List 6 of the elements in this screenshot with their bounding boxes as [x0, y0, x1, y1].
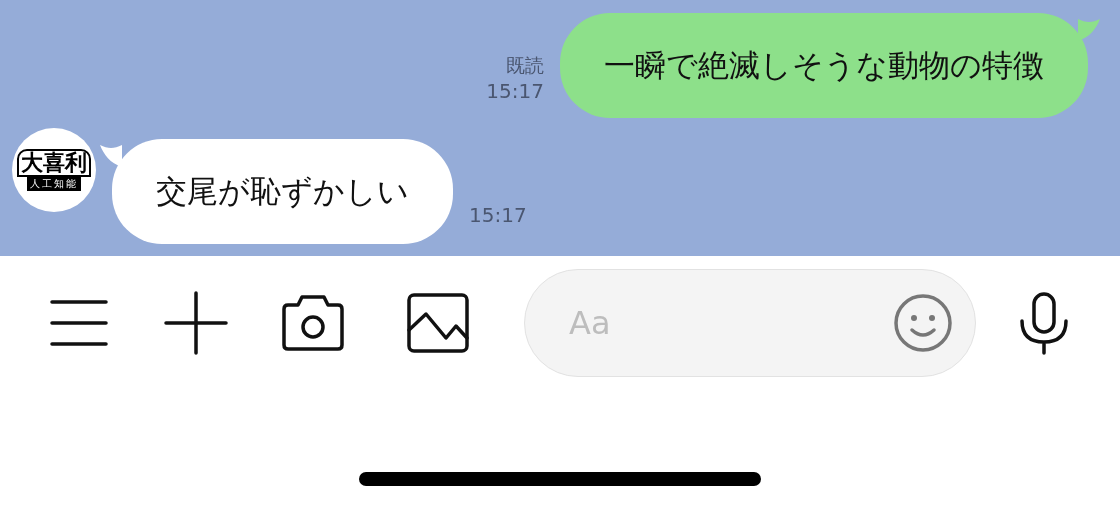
read-receipt: 既読	[506, 53, 544, 78]
message-time: 15:17	[486, 78, 544, 104]
avatar-logo-subtitle: 人工知能	[27, 177, 81, 191]
message-bubble: 一瞬で絶滅しそうな動物の特徴	[560, 13, 1088, 118]
message-time: 15:17	[469, 202, 527, 229]
message-bubble: 交尾が恥ずかしい	[112, 139, 453, 244]
